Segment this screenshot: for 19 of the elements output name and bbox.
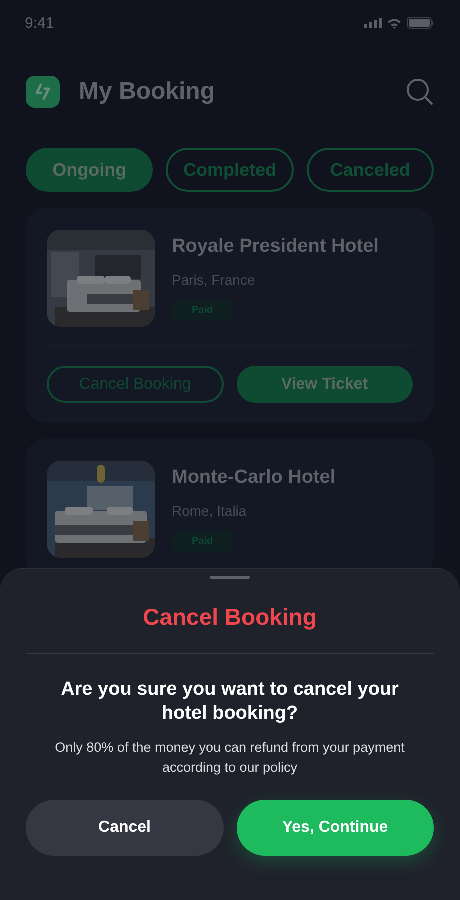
filter-tab[interactable]: Completed (166, 148, 294, 192)
status-time: 9:41 (25, 14, 54, 32)
filter-tab[interactable]: Canceled (306, 148, 434, 192)
filter-tab[interactable]: Ongoing (26, 148, 154, 192)
signal-icon (364, 18, 382, 28)
confirm-question: Are you sure you want to cancel your hotel booking? (60, 678, 400, 726)
view-ticket-button[interactable]: View Ticket (236, 366, 413, 403)
page-title: My Booking (79, 78, 216, 106)
continue-button[interactable]: Yes, Continue (236, 800, 434, 856)
battery-icon (407, 17, 434, 29)
cancel-button[interactable]: Cancel (26, 800, 224, 856)
hotel-name: Royale President Hotel (172, 236, 379, 258)
drag-handle[interactable] (210, 576, 250, 579)
hotel-name: Monte-Carlo Hotel (172, 467, 336, 489)
logo-icon (26, 76, 60, 108)
refund-note: Only 80% of the money you can refund from your payment according to our policy (54, 739, 406, 777)
sheet-title: Cancel Booking (143, 604, 317, 631)
search-icon[interactable] (406, 78, 434, 106)
wifi-icon (387, 18, 402, 28)
